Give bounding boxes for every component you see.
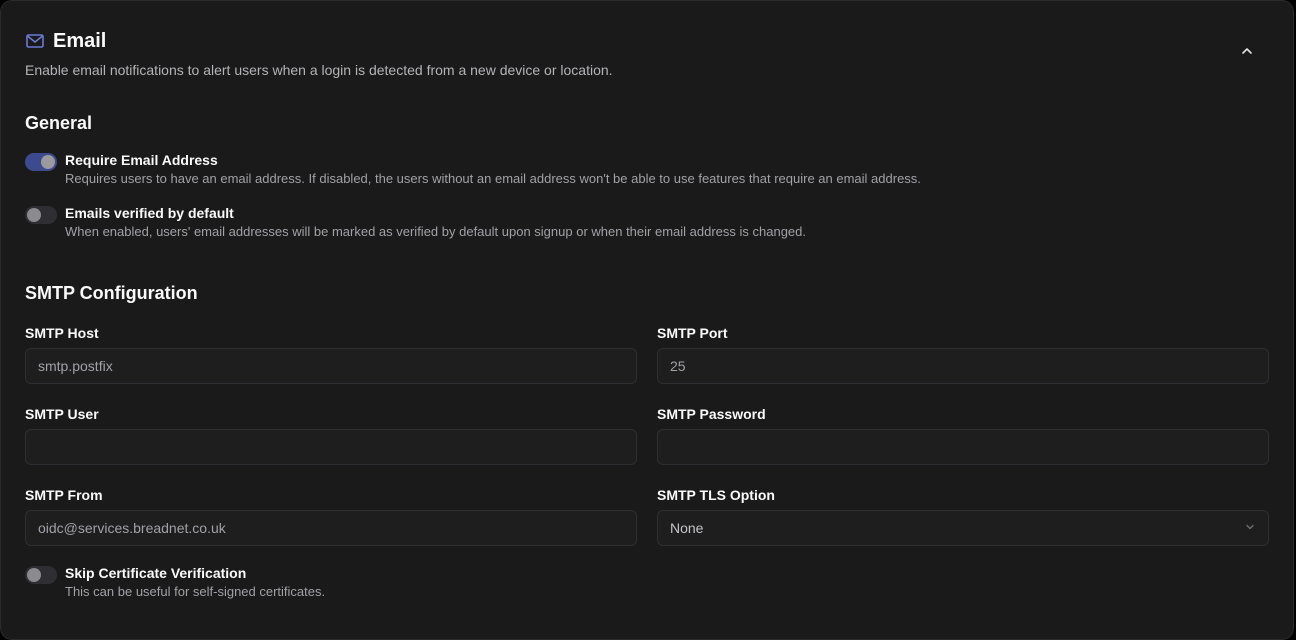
require-email-description: Requires users to have an email address.… (65, 171, 921, 186)
skip-cert-label: Skip Certificate Verification (65, 565, 247, 581)
title-row: Email (25, 29, 1265, 53)
require-email-label: Require Email Address (65, 152, 218, 168)
chevron-down-icon (1244, 520, 1256, 536)
toggle-knob (27, 568, 41, 582)
chevron-up-icon (1240, 44, 1254, 63)
smtp-user-label: SMTP User (25, 406, 99, 422)
toggle-knob (41, 155, 55, 169)
smtp-password-input[interactable] (657, 429, 1269, 465)
email-settings-card: Email Enable email notifications to aler… (0, 0, 1294, 640)
smtp-from-label: SMTP From (25, 487, 103, 503)
mail-icon (25, 31, 45, 51)
require-email-setting: Require Email Address Requires users to … (25, 151, 921, 188)
skip-cert-toggle[interactable] (25, 566, 57, 584)
smtp-host-input[interactable]: smtp.postfix (25, 348, 637, 384)
emails-verified-description: When enabled, users' email addresses wil… (65, 224, 806, 239)
smtp-section-title: SMTP Configuration (25, 283, 198, 303)
smtp-password-field: SMTP Password (657, 405, 1269, 465)
skip-cert-text: Skip Certificate Verification This can b… (65, 564, 325, 601)
smtp-password-label: SMTP Password (657, 406, 766, 422)
smtp-from-input[interactable]: oidc@services.breadnet.co.uk (25, 510, 637, 546)
smtp-user-field: SMTP User (25, 405, 637, 465)
require-email-toggle[interactable] (25, 153, 57, 171)
emails-verified-setting: Emails verified by default When enabled,… (25, 204, 806, 241)
smtp-port-value: 25 (670, 358, 686, 374)
emails-verified-label: Emails verified by default (65, 205, 234, 221)
smtp-from-value: oidc@services.breadnet.co.uk (38, 520, 226, 536)
skip-cert-setting: Skip Certificate Verification This can b… (25, 564, 325, 601)
page-subtitle: Enable email notifications to alert user… (25, 62, 613, 78)
toggle-knob (27, 208, 41, 222)
general-section-title: General (25, 113, 93, 133)
smtp-port-label: SMTP Port (657, 325, 728, 341)
emails-verified-toggle[interactable] (25, 206, 57, 224)
smtp-tls-select[interactable]: None (657, 510, 1269, 546)
emails-verified-text: Emails verified by default When enabled,… (65, 204, 806, 241)
page-title: Email (53, 30, 107, 52)
skip-cert-description: This can be useful for self-signed certi… (65, 584, 326, 599)
smtp-from-field: SMTP From oidc@services.breadnet.co.uk (25, 486, 637, 546)
smtp-tls-field: SMTP TLS Option None (657, 486, 1269, 546)
require-email-text: Require Email Address Requires users to … (65, 151, 921, 188)
collapse-button[interactable] (1235, 41, 1259, 65)
smtp-port-input[interactable]: 25 (657, 348, 1269, 384)
smtp-user-input[interactable] (25, 429, 637, 465)
card-header: Email Enable email notifications to aler… (25, 29, 1265, 79)
smtp-tls-label: SMTP TLS Option (657, 487, 775, 503)
smtp-host-label: SMTP Host (25, 325, 99, 341)
smtp-host-value: smtp.postfix (38, 358, 113, 374)
smtp-port-field: SMTP Port 25 (657, 324, 1269, 384)
smtp-tls-value: None (670, 520, 704, 536)
smtp-host-field: SMTP Host smtp.postfix (25, 324, 637, 384)
